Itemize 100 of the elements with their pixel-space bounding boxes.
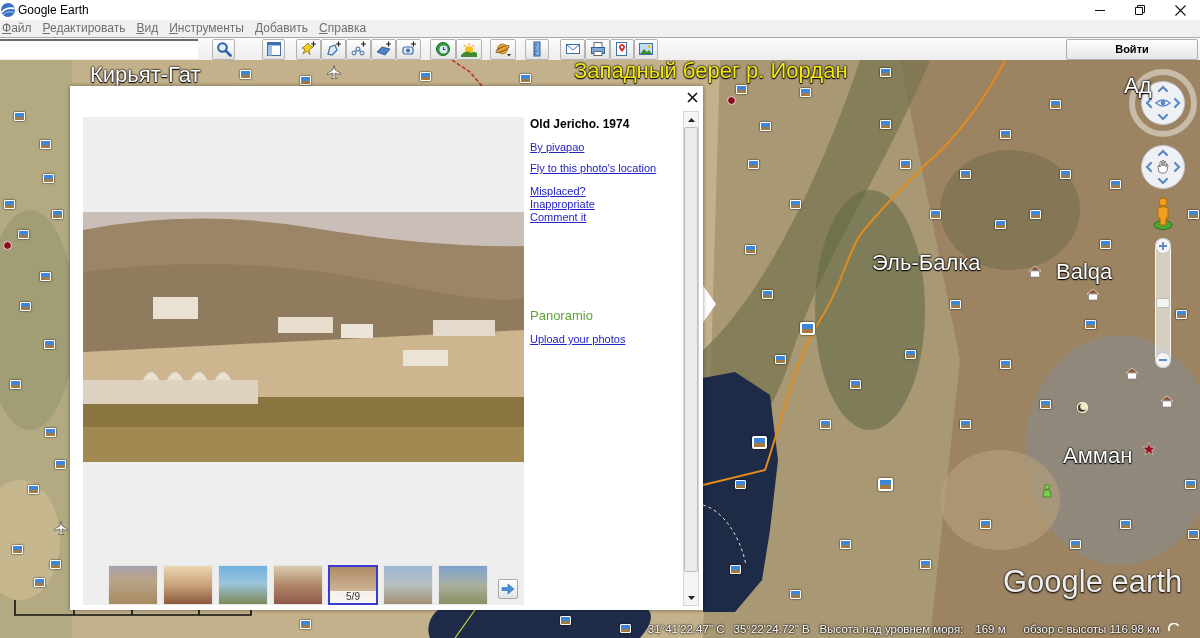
chevron-left-icon[interactable]	[1145, 97, 1153, 109]
photo-marker-icon[interactable]	[1110, 180, 1121, 189]
photo-marker-icon[interactable]	[880, 120, 891, 129]
zoom-slider-thumb[interactable]	[1156, 298, 1170, 308]
photo-marker-icon[interactable]	[960, 170, 971, 179]
photo-marker-icon[interactable]	[775, 355, 786, 364]
photo-thumbnail[interactable]	[438, 565, 488, 605]
photo-marker-icon[interactable]	[840, 540, 851, 549]
photo-marker-icon[interactable]	[735, 480, 746, 489]
photo-marker-icon[interactable]	[50, 560, 61, 569]
house-icon[interactable]	[1125, 367, 1139, 380]
add-placemark-button[interactable]	[296, 38, 321, 60]
photo-marker-icon[interactable]	[28, 485, 39, 494]
photo-marker-icon[interactable]	[18, 230, 29, 239]
photo-marker-icon[interactable]	[1030, 210, 1041, 219]
photo-marker-icon[interactable]	[20, 302, 31, 311]
airplane-icon[interactable]	[54, 521, 68, 535]
scrollbar-track[interactable]	[683, 111, 699, 606]
photo-marker-icon[interactable]	[752, 436, 767, 449]
photo-marker-icon[interactable]	[930, 210, 941, 219]
sidebar-button[interactable]	[262, 38, 285, 60]
view-in-maps-button[interactable]	[610, 38, 634, 60]
photo-marker-icon[interactable]	[1060, 170, 1071, 179]
add-path-button[interactable]	[346, 38, 371, 60]
photo-marker-icon[interactable]	[900, 160, 911, 169]
photo-marker-icon[interactable]	[800, 322, 815, 335]
chevron-right-icon[interactable]	[1173, 161, 1181, 173]
photo-thumbnail[interactable]	[163, 565, 213, 605]
photo-marker-icon[interactable]	[1000, 360, 1011, 369]
planet-button[interactable]	[490, 38, 516, 60]
photo-marker-icon[interactable]	[790, 200, 801, 209]
person-marker-icon[interactable]	[1041, 484, 1053, 498]
search-field[interactable]	[0, 39, 198, 59]
photo-marker-icon[interactable]	[736, 85, 747, 94]
photo-thumbnail[interactable]	[218, 565, 268, 605]
record-tour-button[interactable]	[396, 38, 421, 60]
photo-marker-icon[interactable]	[1100, 240, 1111, 249]
photo-marker-icon[interactable]	[1185, 480, 1196, 489]
photo-thumbnail[interactable]	[108, 565, 158, 605]
photo-marker-icon[interactable]	[10, 380, 21, 389]
photo-marker-icon[interactable]	[1188, 530, 1199, 539]
photo-marker-icon[interactable]	[45, 428, 56, 437]
photo-marker-icon[interactable]	[1050, 100, 1061, 109]
ruler-button[interactable]	[525, 38, 549, 60]
photo-marker-icon[interactable]	[850, 380, 861, 389]
menu-item[interactable]: Файл	[2, 21, 32, 36]
menu-item[interactable]: Инструменты	[169, 21, 244, 36]
photo-marker-icon[interactable]	[905, 350, 916, 359]
photo-marker-icon[interactable]	[878, 478, 893, 491]
photo-marker-icon[interactable]	[12, 545, 23, 554]
photo-marker-icon[interactable]	[820, 420, 831, 429]
menu-item[interactable]: Добавить	[255, 21, 309, 36]
photo-thumbnail[interactable]	[273, 565, 323, 605]
zoom-slider-track[interactable]	[1155, 238, 1171, 368]
close-button[interactable]	[685, 90, 699, 104]
photo-marker-icon[interactable]	[745, 245, 756, 254]
report-link[interactable]: Inappropriate	[530, 198, 595, 211]
scrollbar-thumb[interactable]	[684, 127, 698, 572]
house-icon[interactable]	[1028, 265, 1042, 278]
photo-marker-icon[interactable]	[420, 72, 431, 81]
photo-marker-icon[interactable]	[240, 70, 251, 79]
photo-marker-icon[interactable]	[790, 590, 801, 599]
photo-marker-icon[interactable]	[300, 76, 311, 85]
photo-marker-icon[interactable]	[1120, 520, 1131, 529]
photo-marker-icon[interactable]	[760, 122, 771, 131]
search-button[interactable]	[212, 38, 235, 60]
photo-marker-icon[interactable]	[748, 160, 759, 169]
photo-marker-icon[interactable]	[950, 300, 961, 309]
move-control[interactable]	[1141, 145, 1185, 189]
save-image-button[interactable]	[634, 38, 658, 60]
photo-marker-icon[interactable]	[14, 112, 25, 121]
photo-marker-icon[interactable]	[995, 220, 1006, 229]
photo-marker-icon[interactable]	[1000, 130, 1011, 139]
chevron-up-icon[interactable]	[1157, 85, 1169, 93]
menu-item[interactable]: Справка	[319, 21, 367, 36]
chevron-down-icon[interactable]	[1157, 113, 1169, 121]
add-image-overlay-button[interactable]	[371, 38, 396, 60]
photo-marker-icon[interactable]	[1188, 210, 1199, 219]
photo-marker-icon[interactable]	[55, 460, 66, 469]
photo-marker-icon[interactable]	[52, 210, 63, 219]
menu-item[interactable]: Редактировать	[42, 21, 126, 36]
photo-marker-icon[interactable]	[40, 272, 51, 281]
report-link[interactable]: Comment it	[530, 211, 587, 224]
photo-marker-icon[interactable]	[560, 616, 571, 625]
photo-marker-icon[interactable]	[920, 560, 931, 569]
photo-marker-icon[interactable]	[880, 68, 891, 77]
photo-marker-icon[interactable]	[800, 88, 811, 97]
photo-marker-icon[interactable]	[34, 578, 45, 587]
photo-marker-icon[interactable]	[960, 420, 971, 429]
airplane-icon[interactable]	[327, 65, 341, 79]
chevron-left-icon[interactable]	[1145, 161, 1153, 173]
print-button[interactable]	[585, 38, 610, 60]
menu-item[interactable]: Вид	[136, 21, 159, 36]
photo-marker-icon[interactable]	[1085, 320, 1096, 329]
photo-marker-icon[interactable]	[980, 520, 991, 529]
photo-marker-icon[interactable]	[43, 174, 54, 183]
photo-marker-icon[interactable]	[44, 340, 55, 349]
photo-thumbnail[interactable]	[383, 565, 433, 605]
photo-marker-icon[interactable]	[762, 290, 773, 299]
photo-marker-icon[interactable]	[1176, 310, 1187, 319]
